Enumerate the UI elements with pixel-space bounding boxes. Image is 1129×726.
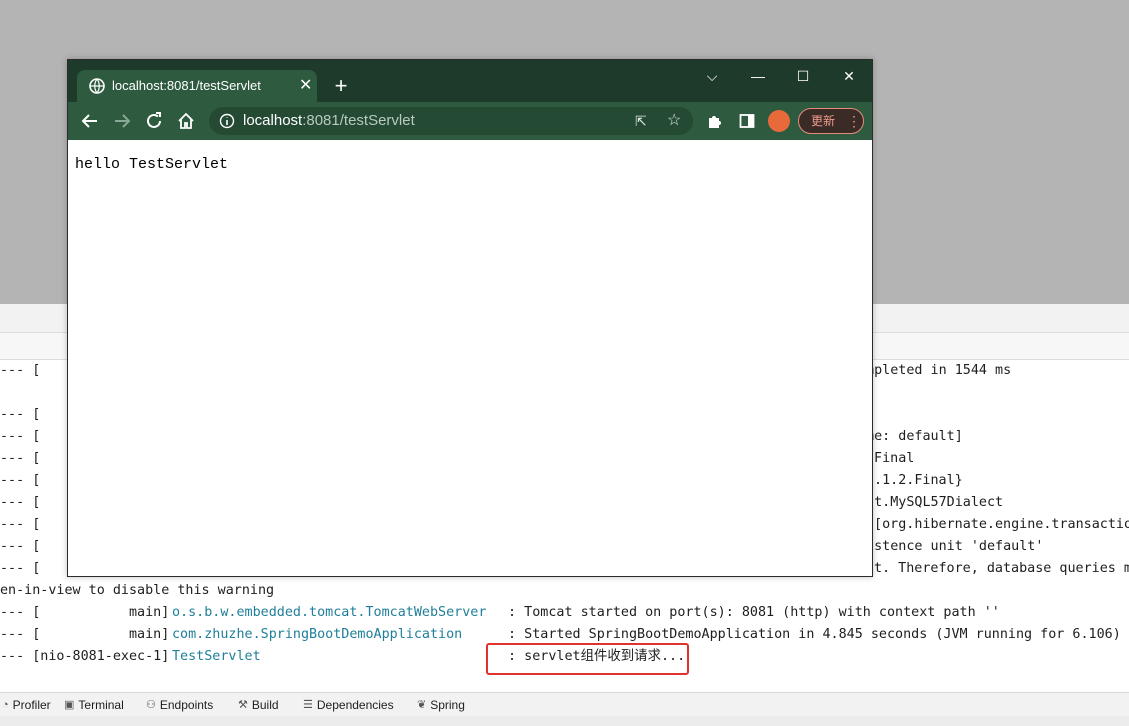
console-line-prefix: --- [ xyxy=(0,561,41,576)
back-icon xyxy=(81,114,97,128)
tool-label: Dependencies xyxy=(316,698,394,712)
tool-label: Spring xyxy=(430,698,465,712)
back-button[interactable] xyxy=(75,102,105,140)
terminal-icon: ▣ xyxy=(64,699,75,711)
page-body-text: hello TestServlet xyxy=(75,156,229,173)
tab-title: localhost:8081/testServlet xyxy=(112,78,261,93)
console-line-message: [org.hibernate.engine.transactio xyxy=(866,517,1129,532)
share-icon[interactable]: ⇱ xyxy=(635,107,647,135)
tab-search-button[interactable]: ⌵ xyxy=(697,64,727,88)
close-tab-icon[interactable]: ✕ xyxy=(299,70,312,102)
console-line-message: t. Therefore, database queries ma xyxy=(874,561,1129,576)
console-line-message: .Final xyxy=(866,451,915,466)
url-text: localhost:8081/testServlet xyxy=(243,107,415,135)
forward-icon xyxy=(115,114,131,128)
url-host: localhost xyxy=(243,112,303,129)
console-line-message: sistence unit 'default' xyxy=(858,539,1044,554)
build-icon: ⚒ xyxy=(238,699,248,711)
home-icon xyxy=(178,112,194,129)
forward-button[interactable] xyxy=(107,102,137,140)
page-content: hello TestServlet xyxy=(68,140,872,576)
tool-label: Terminal xyxy=(78,698,124,712)
console-line-prefix: --- [ main] xyxy=(0,627,170,642)
tool-label: Build xyxy=(251,698,279,712)
profiler-icon: ◔ xyxy=(2,699,9,711)
console-line-message: ect.MySQL57Dialect xyxy=(858,495,1004,510)
logger-name-link[interactable]: TestServlet xyxy=(172,646,261,668)
tool-dependencies[interactable]: ☰ Dependencies xyxy=(303,693,394,717)
dependencies-icon: ☰ xyxy=(303,699,313,711)
sidepanel-icon xyxy=(739,114,755,128)
console-line-prefix: --- [ xyxy=(0,495,41,510)
console-line-prefix: --- [ xyxy=(0,407,41,422)
console-line-text: en-in-view to disable this warning xyxy=(0,583,275,598)
console-line-prefix: --- [ xyxy=(0,429,41,444)
console-line-message: : Tomcat started on port(s): 8081 (http)… xyxy=(500,605,1000,620)
tool-spring[interactable]: ❦ Spring xyxy=(417,693,465,717)
ide-bottom-edge xyxy=(0,716,1129,726)
console-line-prefix: --- [ main] xyxy=(0,605,170,620)
tool-window-bar: ◔ Profiler ▣ Terminal ⚇ Endpoints ⚒ Build ☰ D… xyxy=(0,692,1129,717)
browser-toolbar: localhost:8081/testServlet ⇱ ☆ 更新 ⋮ xyxy=(68,102,872,140)
url-path: :8081/testServlet xyxy=(302,112,415,129)
minimize-button[interactable]: — xyxy=(743,64,773,88)
console-line-prefix: --- [ xyxy=(0,363,41,378)
console-line-prefix: --- [ xyxy=(0,517,41,532)
tool-label: Endpoints xyxy=(159,698,214,712)
tool-endpoints[interactable]: ⚇ Endpoints xyxy=(146,693,213,717)
avatar[interactable] xyxy=(768,110,790,132)
update-label: 更新 xyxy=(811,114,836,128)
logger-name-link[interactable]: com.zhuzhe.SpringBootDemoApplication xyxy=(172,624,462,646)
console-line-prefix: --- [ xyxy=(0,539,41,554)
browser-tab[interactable]: localhost:8081/testServlet ✕ xyxy=(77,70,317,102)
console-line-prefix: --- [ xyxy=(0,473,41,488)
info-icon[interactable] xyxy=(219,113,235,129)
maximize-button[interactable]: ☐ xyxy=(788,64,818,88)
reload-button[interactable] xyxy=(139,102,169,140)
highlight-box xyxy=(486,643,689,675)
update-button[interactable]: 更新 ⋮ xyxy=(798,108,864,134)
console-line-message: ompleted in 1544 ms xyxy=(858,363,1012,378)
tool-label: Profiler xyxy=(12,698,51,712)
tool-build[interactable]: ⚒ Build xyxy=(238,693,279,717)
spring-icon: ❦ xyxy=(417,699,427,711)
console-line-message: 5.1.2.Final} xyxy=(866,473,963,488)
console-line-prefix: --- [nio-8081-exec-1] xyxy=(0,649,170,664)
globe-icon xyxy=(89,78,105,94)
browser-window: localhost:8081/testServlet ✕ + ⌵ — ☐ ✕ l… xyxy=(67,59,873,577)
tool-profiler[interactable]: ◔ Profiler xyxy=(2,693,51,717)
reload-icon xyxy=(147,112,161,128)
logger-name-link[interactable]: o.s.b.w.embedded.tomcat.TomcatWebServer xyxy=(172,602,486,624)
extensions-icon xyxy=(709,116,721,128)
endpoints-icon: ⚇ xyxy=(146,699,156,711)
tool-terminal[interactable]: ▣ Terminal xyxy=(64,693,124,717)
side-panel-button[interactable] xyxy=(732,102,762,140)
console-line-message: ame: default] xyxy=(858,429,963,444)
close-window-button[interactable]: ✕ xyxy=(834,64,864,88)
browser-titlebar[interactable]: localhost:8081/testServlet ✕ + ⌵ — ☐ ✕ xyxy=(68,60,872,102)
menu-icon[interactable]: ⋮ xyxy=(847,109,861,133)
new-tab-button[interactable]: + xyxy=(330,70,352,102)
extensions-button[interactable] xyxy=(700,102,730,140)
star-icon[interactable]: ☆ xyxy=(667,107,681,135)
address-bar[interactable]: localhost:8081/testServlet ⇱ ☆ xyxy=(209,107,693,135)
console-line-prefix: --- [ xyxy=(0,451,41,466)
home-button[interactable] xyxy=(171,102,201,140)
